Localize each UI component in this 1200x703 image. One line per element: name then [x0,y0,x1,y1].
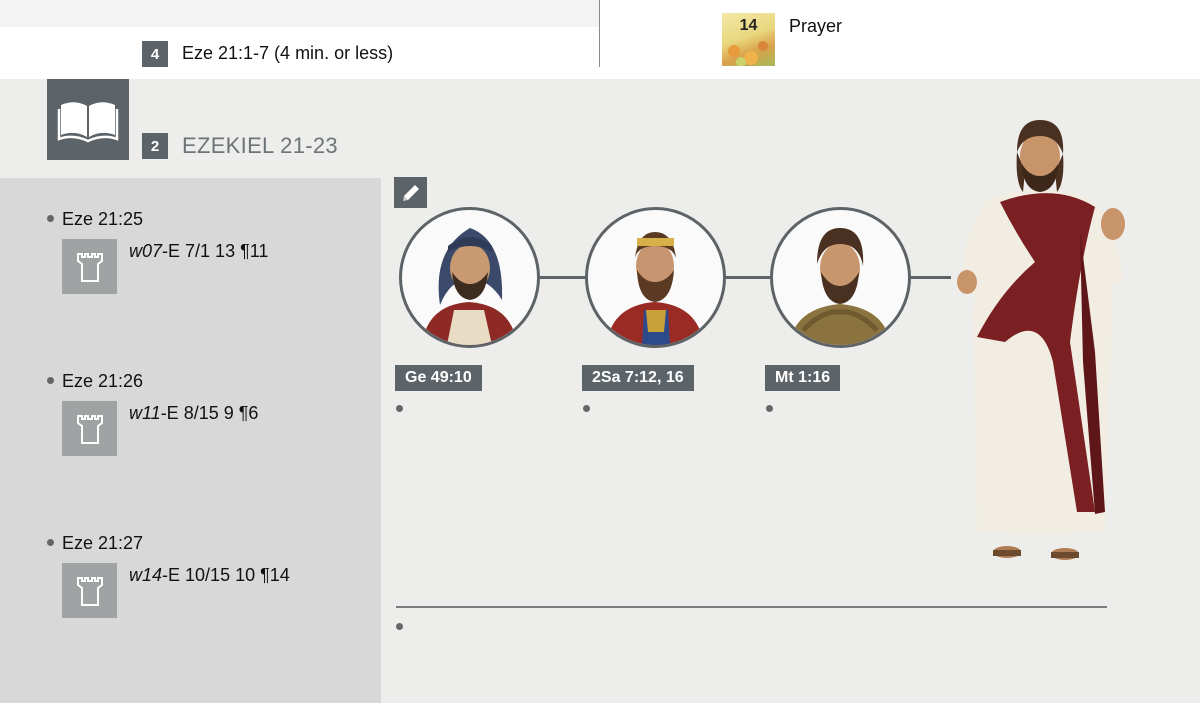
bullet [47,376,54,384]
column-divider [599,0,600,67]
lineage-connector [540,276,586,279]
pub-code: w11 [129,403,161,423]
watchtower-icon[interactable] [62,563,117,618]
song-number: 14 [739,17,758,34]
edit-note-button[interactable] [394,177,427,208]
scripture-link[interactable]: Eze 21:25 [62,209,143,229]
bullet [396,405,403,412]
lineage-label[interactable]: Ge 49:10 [395,365,482,391]
jesus-illustration [957,120,1125,560]
pencil-icon [402,184,419,201]
watchtower-icon[interactable] [62,239,117,294]
note-line [396,606,1107,608]
assignment-number-badge: 4 [142,41,168,67]
portrait-joseph[interactable] [770,207,911,348]
portrait-judah[interactable] [399,207,540,348]
assignment-link[interactable]: Eze 21:1-7 (4 min. or less) [182,43,393,64]
scripture-link[interactable]: Eze 21:27 [62,533,143,553]
top-left-shade [0,0,600,27]
pub-detail: -E 7/1 13 ¶11 [162,241,269,261]
lineage-connector [724,276,771,279]
publication-reference[interactable]: w11-E 8/15 9 ¶6 [129,403,258,424]
bullet [766,405,773,412]
bullet [396,623,403,630]
lineage-label[interactable]: 2Sa 7:12, 16 [582,365,694,391]
lineage-label[interactable]: Mt 1:16 [765,365,841,391]
bullet [583,405,590,412]
scripture-reference[interactable]: Eze 21:26 [47,371,143,392]
bullet [47,214,54,222]
section-title: EZEKIEL 21-23 [182,133,338,158]
watchtower-icon[interactable] [62,401,117,456]
prayer-label: Prayer [789,16,843,36]
portrait-david[interactable] [585,207,726,348]
top-schedule-bar: 4 Eze 21:1-7 (4 min. or less) 14 Prayer [0,0,1200,79]
pub-code: w07 [129,241,163,261]
pub-code: w14 [129,565,163,585]
bullet [47,538,54,546]
publication-reference[interactable]: w07-E 7/1 13 ¶11 [129,241,268,262]
scripture-link[interactable]: Eze 21:26 [62,371,143,391]
scripture-reference[interactable]: Eze 21:27 [47,533,143,554]
pub-detail: -E 10/15 10 ¶14 [162,565,290,585]
book-icon [47,79,129,160]
song-thumbnail[interactable]: 14 [722,13,775,66]
section-number-badge: 2 [142,133,168,159]
pub-detail: -E 8/15 9 ¶6 [160,403,259,423]
scripture-reference[interactable]: Eze 21:25 [47,209,143,230]
publication-reference[interactable]: w14-E 10/15 10 ¶14 [129,565,290,586]
